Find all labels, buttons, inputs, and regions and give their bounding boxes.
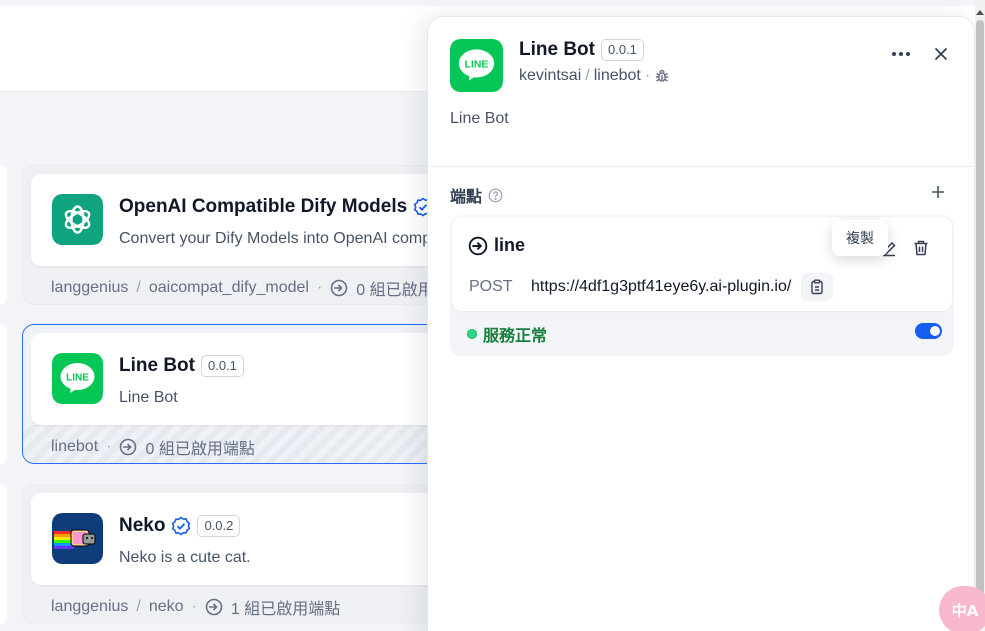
plugin-package: neko	[148, 598, 184, 615]
endpoint-count: 0 組已啟用端點	[145, 441, 255, 458]
endpoint-enable-toggle[interactable]	[915, 323, 942, 339]
endpoint-status: 服務正常	[467, 322, 547, 346]
drawer-divider	[428, 166, 974, 167]
nyan-cat-icon	[52, 513, 103, 564]
bug-icon	[654, 68, 670, 84]
copy-url-button[interactable]	[801, 273, 834, 301]
svg-text:LINE: LINE	[66, 373, 89, 384]
plugin-name: Line Bot 0.0.1	[119, 355, 244, 377]
plugin-name: Neko 0.0.2	[119, 515, 241, 537]
slash-separator: /	[585, 67, 590, 84]
version-badge: 0.0.2	[197, 515, 241, 537]
login-arrow-icon	[119, 438, 137, 456]
status-dot	[467, 329, 477, 339]
drawer-org-path: kevintsai / linebot ·	[519, 67, 670, 85]
translate-icon: 中A	[951, 601, 979, 620]
dot-separator: ·	[644, 67, 651, 84]
left-card-fragment	[0, 165, 7, 305]
plugin-package: linebot	[51, 438, 99, 455]
endpoint-card: line 複製 POST https://4df1g3ptf41eye6y.ai…	[450, 215, 954, 356]
drawer-actions	[890, 43, 952, 65]
slash-separator: /	[136, 598, 141, 615]
plugin-name: OpenAI Compatible Dify Models	[119, 196, 433, 218]
left-card-fragment	[0, 484, 7, 624]
plugin-card-openai-compatible[interactable]: OpenAI Compatible Dify Models Convert yo…	[22, 165, 462, 305]
dot-separator: ·	[106, 438, 112, 455]
close-icon[interactable]	[930, 43, 952, 65]
line-logo-icon: LINE	[52, 353, 103, 404]
translate-button[interactable]: 中A	[939, 586, 985, 631]
endpoint-method: POST	[469, 278, 513, 295]
plugin-description: Line Bot	[119, 389, 178, 406]
drawer-description: Line Bot	[450, 110, 509, 127]
plugin-card-line-bot[interactable]: LINE Line Bot 0.0.1 Line Bot linebot · 0…	[22, 324, 462, 464]
endpoints-section-title: 端點	[450, 183, 503, 207]
scroll-thumb[interactable]	[976, 20, 984, 620]
verified-badge-icon	[171, 516, 191, 536]
page-scrollbar[interactable]	[975, 0, 985, 631]
more-horizontal-icon[interactable]	[890, 43, 912, 65]
openai-logo-icon	[52, 194, 103, 245]
version-badge: 0.0.1	[201, 355, 244, 377]
line-logo-icon: LINE	[450, 39, 503, 92]
plugin-description: Convert your Dify Models into OpenAI com…	[119, 230, 462, 247]
dot-separator: ·	[191, 598, 197, 615]
plugin-card-body: OpenAI Compatible Dify Models Convert yo…	[31, 174, 462, 266]
dot-separator: ·	[316, 279, 323, 296]
svg-text:LINE: LINE	[465, 60, 489, 71]
plugin-detail-drawer: LINE Line Bot 0.0.1 kevintsai / linebot …	[427, 16, 975, 631]
drawer-title: Line Bot 0.0.1	[519, 39, 644, 61]
plugin-name-text: Line Bot	[119, 355, 195, 376]
endpoint-url-row: POST https://4df1g3ptf41eye6y.ai-plugin.…	[469, 273, 834, 301]
endpoints-title-text: 端點	[450, 189, 483, 206]
trash-icon[interactable]	[910, 237, 932, 259]
plugin-author: langgenius	[51, 279, 129, 296]
drawer-package: linebot	[593, 67, 641, 84]
endpoint-card-body: line 複製 POST https://4df1g3ptf41eye6y.ai…	[452, 217, 952, 311]
endpoint-name-text: line	[494, 235, 526, 255]
plugin-package: oaicompat_dify_model	[148, 279, 309, 296]
question-circle-icon[interactable]	[488, 188, 503, 203]
scroll-up-arrow[interactable]	[976, 10, 984, 15]
login-arrow-icon	[205, 598, 223, 616]
login-arrow-icon	[468, 236, 488, 256]
endpoint-name: line	[468, 235, 525, 256]
drawer-author: kevintsai	[519, 67, 582, 84]
plugin-name-text: OpenAI Compatible Dify Models	[119, 196, 408, 217]
plugin-card-neko[interactable]: Neko 0.0.2 Neko is a cute cat. langgeniu…	[22, 484, 462, 624]
plugin-card-body: LINE Line Bot 0.0.1 Line Bot	[31, 333, 461, 425]
plugin-author: langgenius	[51, 598, 129, 615]
left-card-fragment	[0, 324, 7, 464]
plugin-card-footer: langgenius / neko · 1 組已啟用端點	[51, 595, 340, 619]
endpoint-url: https://4df1g3ptf41eye6y.ai-plugin.io/	[531, 278, 792, 295]
drawer-title-text: Line Bot	[519, 39, 595, 60]
add-endpoint-button[interactable]	[928, 182, 948, 202]
endpoint-count: 1 組已啟用端點	[230, 601, 341, 618]
slash-separator: /	[136, 279, 141, 296]
clipboard-icon	[811, 279, 824, 295]
status-text: 服務正常	[483, 328, 548, 345]
copy-tooltip: 複製	[832, 220, 888, 256]
login-arrow-icon	[330, 279, 348, 297]
plugin-card-body: Neko 0.0.2 Neko is a cute cat.	[31, 493, 461, 585]
plugin-name-text: Neko	[119, 515, 166, 536]
version-badge: 0.0.1	[601, 39, 644, 61]
plugin-card-footer: langgenius / oaicompat_dify_model · 0 組已…	[51, 276, 461, 300]
plugin-description: Neko is a cute cat.	[119, 549, 251, 566]
plugin-card-footer: linebot · 0 組已啟用端點	[51, 435, 255, 459]
plus-icon	[932, 186, 944, 198]
